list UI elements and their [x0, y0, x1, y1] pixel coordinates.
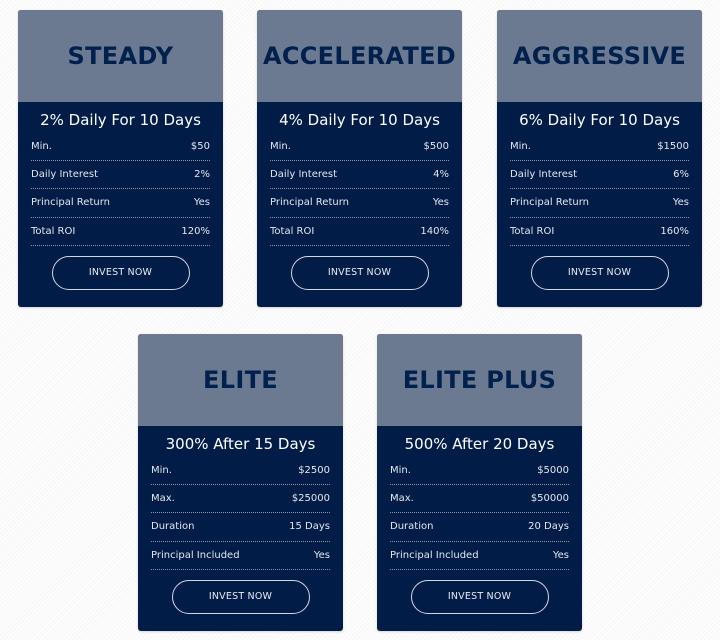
row-value: Yes	[552, 549, 569, 561]
row-value: $5000	[537, 465, 569, 477]
plan-headline: 2% Daily For 10 Days	[40, 111, 201, 129]
plan-row: Daily Interest 6%	[510, 161, 689, 190]
plan-card-accelerated: ACCELERATED 4% Daily For 10 Days Min. $50…	[257, 10, 462, 307]
plan-headline: 4% Daily For 10 Days	[279, 111, 440, 129]
plan-row: Principal Return Yes	[510, 189, 689, 218]
plan-body: 4% Daily For 10 Days Min. $500 Daily Inte…	[257, 102, 462, 290]
plan-row: Principal Included Yes	[390, 542, 569, 570]
invest-now-button[interactable]: INVEST NOW	[530, 255, 669, 290]
row-value: 120%	[181, 225, 210, 237]
row-label: Duration	[390, 521, 434, 533]
row-value: Yes	[432, 197, 449, 209]
row-label: Min.	[510, 141, 531, 153]
plan-name: ELITE	[203, 366, 278, 394]
plan-body: 6% Daily For 10 Days Min. $1500 Daily Int…	[497, 102, 702, 290]
row-label: Total ROI	[510, 225, 555, 237]
row-value: Yes	[193, 197, 210, 209]
invest-now-button[interactable]: INVEST NOW	[51, 255, 190, 290]
row-label: Min.	[31, 141, 52, 153]
plan-row: Daily Interest 2%	[31, 161, 210, 190]
row-label: Principal Return	[510, 197, 589, 209]
plan-headline: 6% Daily For 10 Days	[519, 111, 680, 129]
row-value: $50000	[530, 493, 569, 505]
row-label: Max.	[390, 493, 414, 505]
row-label: Total ROI	[31, 225, 76, 237]
plan-row: Min. $50	[31, 133, 210, 162]
plan-body: 2% Daily For 10 Days Min. $50 Daily Inter…	[18, 102, 223, 290]
plan-row: Duration 15 Days	[151, 513, 330, 542]
plan-name: STEADY	[67, 42, 174, 70]
plan-card-elite: ELITE 300% After 15 Days Min. $2500 Max. $…	[138, 334, 343, 631]
plan-header: ELITE PLUS	[377, 334, 582, 426]
row-label: Total ROI	[270, 225, 315, 237]
row-value: $500	[423, 141, 449, 153]
plan-header: ACCELERATED	[257, 10, 462, 102]
row-value: Yes	[313, 549, 330, 561]
row-value: 2%	[194, 169, 210, 181]
row-label: Daily Interest	[31, 169, 99, 181]
invest-now-button[interactable]: INVEST NOW	[171, 579, 310, 614]
plan-row: Principal Return Yes	[270, 189, 449, 218]
row-label: Principal Included	[390, 549, 479, 561]
plan-header: STEADY	[18, 10, 223, 102]
row-value: Yes	[672, 197, 689, 209]
row-label: Max.	[151, 493, 175, 505]
plan-row: Max. $50000	[390, 485, 569, 514]
row-label: Min.	[390, 465, 411, 477]
plan-row: Daily Interest 4%	[270, 161, 449, 190]
plan-name: ACCELERATED	[262, 42, 457, 70]
row-value: 15 Days	[289, 521, 330, 533]
invest-now-button[interactable]: INVEST NOW	[410, 579, 549, 614]
plan-card-steady: STEADY 2% Daily For 10 Days Min. $50 Dail…	[18, 10, 223, 307]
row-value: $25000	[291, 493, 330, 505]
row-label: Duration	[151, 521, 195, 533]
row-value: 160%	[660, 225, 689, 237]
plan-card-aggressive: AGGRESSIVE 6% Daily For 10 Days Min. $150…	[497, 10, 702, 307]
plan-row: Principal Included Yes	[151, 542, 330, 570]
row-value: $1500	[657, 141, 689, 153]
row-value: 4%	[433, 169, 449, 181]
plan-row: Total ROI 160%	[510, 218, 689, 246]
plan-row: Principal Return Yes	[31, 189, 210, 218]
plan-body: 300% After 15 Days Min. $2500 Max. $25000 …	[138, 426, 343, 614]
row-label: Principal Return	[31, 197, 110, 209]
row-label: Min.	[270, 141, 291, 153]
plan-row: Min. $1500	[510, 133, 689, 162]
plan-card-elite-plus: ELITE PLUS 500% After 20 Days Min. $5000 …	[377, 334, 582, 631]
row-value: 6%	[673, 169, 689, 181]
plan-row: Min. $500	[270, 133, 449, 162]
plan-row: Min. $2500	[151, 457, 330, 486]
plan-header: ELITE	[138, 334, 343, 426]
row-value: $50	[190, 141, 210, 153]
plan-row: Max. $25000	[151, 485, 330, 514]
plan-row: Min. $5000	[390, 457, 569, 486]
row-value: $2500	[298, 465, 330, 477]
row-label: Principal Included	[151, 549, 240, 561]
row-label: Daily Interest	[270, 169, 338, 181]
plan-body: 500% After 20 Days Min. $5000 Max. $50000 …	[377, 426, 582, 614]
plan-name: AGGRESSIVE	[512, 42, 687, 70]
plan-headline: 300% After 15 Days	[165, 435, 316, 453]
plan-headline: 500% After 20 Days	[404, 435, 555, 453]
row-value: 20 Days	[528, 521, 569, 533]
plan-row: Total ROI 120%	[31, 218, 210, 246]
row-label: Principal Return	[270, 197, 349, 209]
plan-name: ELITE PLUS	[402, 366, 557, 394]
plan-row: Duration 20 Days	[390, 513, 569, 542]
row-value: 140%	[420, 225, 449, 237]
row-label: Daily Interest	[510, 169, 578, 181]
plan-header: AGGRESSIVE	[497, 10, 702, 102]
invest-now-button[interactable]: INVEST NOW	[290, 255, 429, 290]
plan-row: Total ROI 140%	[270, 218, 449, 246]
row-label: Min.	[151, 465, 172, 477]
